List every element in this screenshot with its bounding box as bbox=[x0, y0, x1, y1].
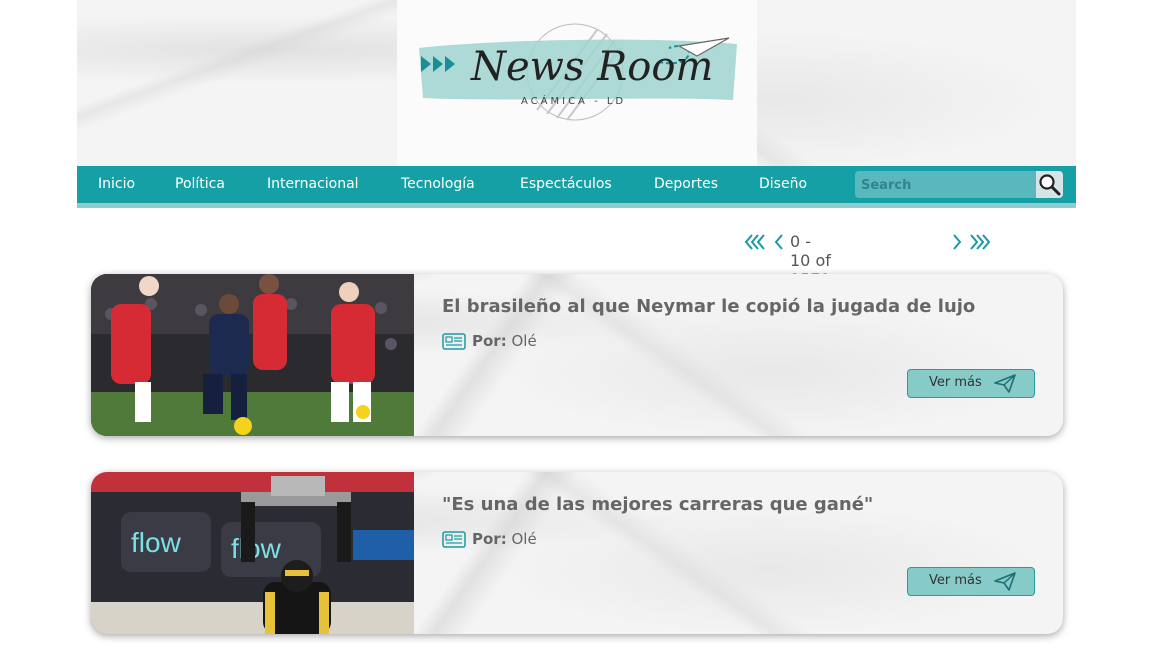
logo-subtitle: ACÁMICA - LD bbox=[521, 94, 626, 107]
nav-item-espectaculos[interactable]: Espectáculos bbox=[520, 176, 612, 192]
news-title[interactable]: El brasileño al que Neymar le copió la j… bbox=[442, 296, 975, 317]
news-image[interactable] bbox=[91, 274, 414, 436]
last-page-icon[interactable] bbox=[969, 233, 991, 251]
next-page-icon[interactable] bbox=[951, 233, 963, 251]
nav-item-politica[interactable]: Política bbox=[175, 176, 225, 192]
search-button[interactable] bbox=[1036, 171, 1063, 198]
newspaper-icon bbox=[442, 531, 466, 548]
author-name: Olé bbox=[511, 530, 537, 548]
news-image[interactable]: flow flow bbox=[91, 472, 414, 634]
first-page-icon[interactable] bbox=[744, 233, 766, 251]
racing-podium-photo: flow flow bbox=[91, 472, 414, 634]
nav-item-deportes[interactable]: Deportes bbox=[654, 176, 718, 192]
svg-text:flow: flow bbox=[131, 527, 182, 558]
news-body: El brasileño al que Neymar le copió la j… bbox=[414, 274, 1063, 436]
header-banner: News Room ACÁMICA - LD bbox=[77, 0, 1076, 166]
football-photo bbox=[91, 274, 414, 436]
author-name: Olé bbox=[511, 332, 537, 350]
ver-mas-label: Ver más bbox=[929, 375, 982, 390]
paper-plane-icon bbox=[994, 374, 1016, 393]
nav-item-internacional[interactable]: Internacional bbox=[267, 176, 359, 192]
previous-page-icon[interactable] bbox=[773, 233, 785, 251]
svg-text:flow: flow bbox=[231, 533, 282, 564]
search-input[interactable] bbox=[859, 175, 1033, 195]
main-nav: Inicio Política Internacional Tecnología… bbox=[77, 166, 1076, 208]
page: News Room ACÁMICA - LD Inicio Política I… bbox=[77, 0, 1076, 652]
nav-item-inicio[interactable]: Inicio bbox=[98, 176, 135, 192]
ver-mas-button[interactable]: Ver más bbox=[907, 369, 1035, 398]
logo-title: News Room bbox=[470, 44, 713, 90]
author-label: Por: bbox=[472, 332, 507, 350]
news-card: El brasileño al que Neymar le copió la j… bbox=[91, 274, 1063, 436]
search-box bbox=[855, 171, 1063, 198]
news-title[interactable]: "Es una de las mejores carreras que gané… bbox=[442, 494, 873, 515]
ver-mas-label: Ver más bbox=[929, 573, 982, 588]
news-body: "Es una de las mejores carreras que gané… bbox=[414, 472, 1063, 634]
news-card: flow flow "Es una de las mejores carrera… bbox=[91, 472, 1063, 634]
logo-graphic: News Room ACÁMICA - LD bbox=[419, 23, 737, 121]
paper-plane-icon bbox=[994, 572, 1016, 591]
ver-mas-button[interactable]: Ver más bbox=[907, 567, 1035, 596]
search-icon bbox=[1039, 174, 1061, 196]
author-label: Por: bbox=[472, 530, 507, 548]
nav-item-diseno[interactable]: Diseño bbox=[759, 176, 807, 192]
nav-item-tecnologia[interactable]: Tecnología bbox=[401, 176, 475, 192]
logo[interactable]: News Room ACÁMICA - LD bbox=[397, 0, 757, 166]
newspaper-icon bbox=[442, 333, 466, 350]
